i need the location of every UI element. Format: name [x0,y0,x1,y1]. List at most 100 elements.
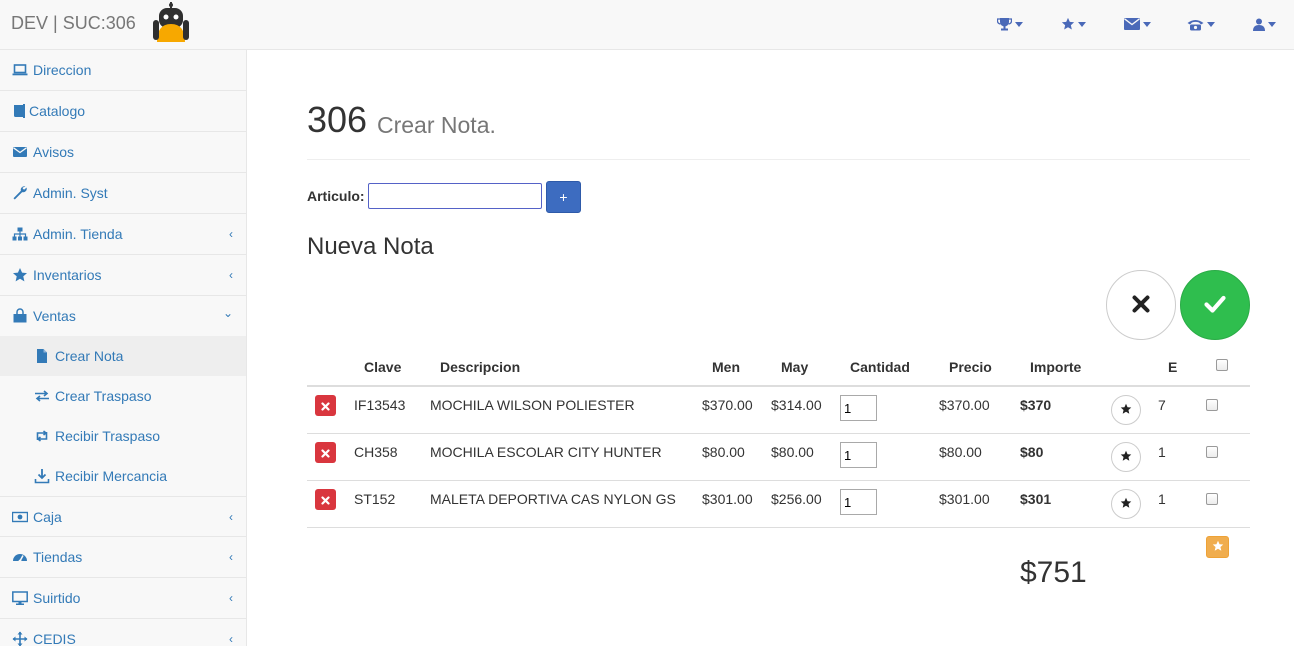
articulo-label: Articulo: [307,188,365,204]
column-header-descripcion: Descripcion [440,359,521,375]
user-icon [1253,18,1265,31]
sidebar-item-avisos[interactable]: Avisos [0,132,246,173]
cell-clave: ST152 [354,491,396,507]
caret-down-icon [1268,21,1276,27]
close-icon [321,445,330,461]
caret-down-icon [1015,21,1023,27]
top-navbar: DEV | SUC:306 [0,0,1294,50]
sidebar-subitem-recibir-mercancia[interactable]: Recibir Mercancia [0,456,246,496]
sidebar-item-direccion[interactable]: Direccion [0,50,246,91]
page-title: 306 [307,99,368,140]
close-icon [321,492,330,508]
sidebar-item-label: Catalogo [29,103,86,119]
sidebar-item-label: Tiendas [33,549,83,565]
row-checkbox[interactable] [1206,446,1218,458]
cell-e: 1 [1158,444,1166,460]
desktop-icon [12,590,28,606]
cell-men: $370.00 [702,397,753,413]
column-header-importe: Importe [1030,359,1082,375]
envelope-icon [1124,18,1140,30]
sidebar-subitem-crear-traspaso[interactable]: Crear Traspaso [0,376,246,416]
favorite-button[interactable] [1111,395,1141,425]
column-header-cantidad: Cantidad [850,359,910,375]
cell-may: $256.00 [771,491,822,507]
cell-men: $301.00 [702,491,753,507]
star-icon [1120,449,1132,465]
row-divider [307,433,1250,434]
cancel-button[interactable] [1106,270,1176,340]
star-menu-button[interactable] [1061,15,1086,33]
laptop-icon [12,62,28,78]
sidebar-subitem-label: Recibir Traspaso [55,428,161,444]
cell-precio: $370.00 [939,397,990,413]
cantidad-input[interactable] [840,489,877,515]
sidebar-item-label: Direccion [33,62,92,78]
arrows-icon [12,631,28,646]
sidebar-subitem-label: Crear Nota [55,348,124,364]
trophy-menu-button[interactable] [997,15,1023,33]
shopping-bag-icon [12,308,28,324]
confirm-button[interactable] [1180,270,1250,340]
close-icon [321,398,330,414]
sidebar: Direccion Catalogo Avisos Admin. Syst Ad… [0,50,247,646]
exchange-icon [34,388,50,404]
cell-importe: $370 [1020,397,1052,413]
favorite-button[interactable] [1111,489,1141,519]
sidebar-item-label: Suirtido [33,590,81,606]
star-icon [1212,539,1224,555]
page-subtitle: Crear Nota. [377,112,496,138]
sidebar-item-label: CEDIS [33,631,76,646]
chevron-left-icon: ‹ [229,268,233,282]
sidebar-item-tiendas[interactable]: Tiendas ‹ [0,537,246,578]
table-header-divider [307,385,1250,387]
articulo-input[interactable] [368,183,542,209]
sidebar-subitem-crear-nota[interactable]: Crear Nota [0,336,246,376]
delete-row-button[interactable] [315,442,336,463]
delete-row-button[interactable] [315,489,336,510]
star-icon [1061,17,1075,31]
user-menu-button[interactable] [1253,15,1276,33]
cantidad-input[interactable] [840,395,877,421]
sidebar-item-catalogo[interactable]: Catalogo [0,91,246,132]
phone-menu-button[interactable] [1187,15,1215,33]
phone-icon [1187,18,1204,31]
add-articulo-button[interactable]: + [546,181,581,213]
cell-clave: IF13543 [354,397,406,413]
cell-descripcion: MOCHILA WILSON POLIESTER [430,397,635,413]
brand-title[interactable]: DEV | SUC:306 [11,13,136,34]
envelope-icon [12,144,28,160]
file-icon [34,348,50,364]
sidebar-item-admin-tienda[interactable]: Admin. Tienda ‹ [0,214,246,255]
sidebar-item-label: Admin. Tienda [33,226,123,242]
column-header-men: Men [712,359,740,375]
wrench-icon [12,185,28,201]
cell-precio: $80.00 [939,444,982,460]
row-checkbox[interactable] [1206,399,1218,411]
sidebar-subitem-label: Crear Traspaso [55,388,152,404]
header-divider [307,159,1250,160]
favorites-toggle-button[interactable] [1206,536,1229,558]
column-header-may: May [781,359,809,375]
sidebar-item-caja[interactable]: Caja ‹ [0,496,246,537]
sidebar-subitem-recibir-traspaso[interactable]: Recibir Traspaso [0,416,246,456]
caret-down-icon [1078,21,1086,27]
sidebar-item-suirtido[interactable]: Suirtido ‹ [0,578,246,619]
star-icon [1120,496,1132,512]
favorite-button[interactable] [1111,442,1141,472]
close-icon [1132,295,1150,316]
row-checkbox[interactable] [1206,493,1218,505]
chevron-left-icon: ‹ [229,591,233,605]
sitemap-icon [12,226,28,242]
cell-may: $80.00 [771,444,814,460]
envelope-menu-button[interactable] [1124,15,1151,33]
sidebar-item-inventarios[interactable]: Inventarios ‹ [0,255,246,296]
sidebar-item-admin-syst[interactable]: Admin. Syst [0,173,246,214]
sidebar-item-label: Avisos [33,144,74,160]
money-icon [11,509,29,525]
sidebar-item-cedis[interactable]: CEDIS ‹ [0,619,246,646]
delete-row-button[interactable] [315,395,336,416]
cantidad-input[interactable] [840,442,877,468]
sidebar-item-ventas[interactable]: Ventas ⌄ [0,296,246,337]
select-all-checkbox[interactable] [1216,359,1228,371]
caret-down-icon [1207,21,1215,27]
